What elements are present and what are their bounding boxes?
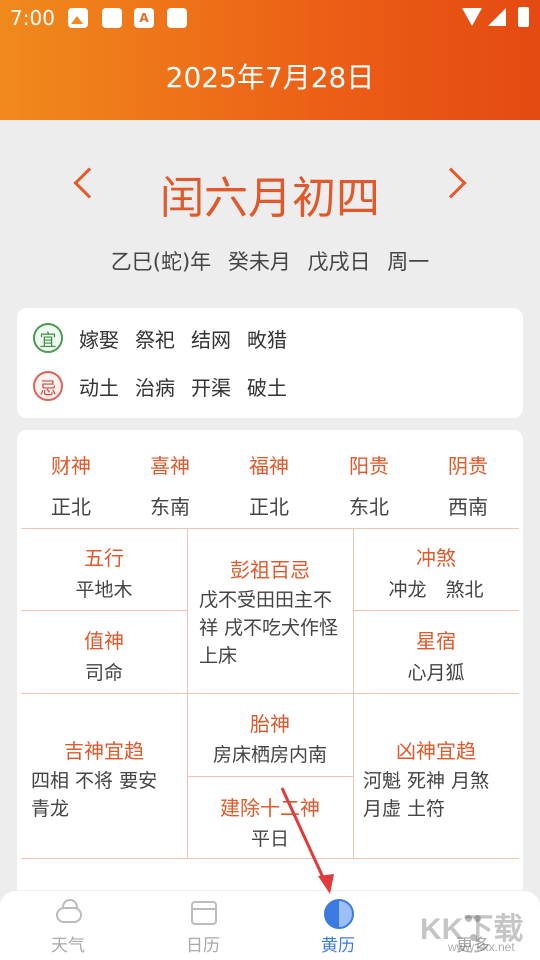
wuxing-value: 平地木 [75,579,133,601]
jishen-title: 吉神宜趋 [64,739,144,763]
nav-calendar[interactable]: 日历 [153,899,253,956]
jishen-value: 四相 不将 要安 青龙 [31,770,158,820]
app-notification-icon [102,8,122,28]
yiji-card: 宜 嫁娶 祭祀 结网 畋猎 忌 动土 治病 开渠 破土 [17,308,523,418]
god-column: 福神 正北 [219,450,319,520]
status-time: 7:00 [10,6,55,30]
lunar-date: 闰六月初四 [160,173,380,224]
ji-item: 开渠 [191,375,231,400]
yi-row: 宜 嫁娶 祭祀 结网 畋猎 [33,322,303,354]
gods-card: 财神 正北 喜神 东南 福神 正北 阳贵 东北 阴贵 西南 五行 平地木 彭祖百… [17,430,523,900]
signal-icon [488,8,506,26]
yi-item: 结网 [191,327,231,352]
god-column: 阳贵 东北 [319,450,419,520]
ji-item: 破土 [247,375,287,400]
yinyang-icon [322,899,354,929]
font-notification-icon: A [134,8,154,28]
nav-label: 黄历 [321,936,355,956]
gods-directions: 财神 正北 喜神 东南 福神 正北 阳贵 东北 阴贵 西南 [17,450,523,519]
chongsha-value: 冲龙 煞北 [388,579,484,601]
nav-weather[interactable]: 天气 [18,899,118,956]
god-title: 财神 [51,454,91,478]
taishen-value: 房床栖房内南 [212,744,327,766]
god-column: 阴贵 西南 [418,450,518,520]
xingxiu-value: 心月狐 [407,662,465,684]
cloud-shape [56,907,82,923]
nav-almanac[interactable]: 黄历 [288,899,388,956]
god-direction: 正北 [51,495,91,519]
xiongshen-title: 凶神宜趋 [396,739,476,763]
weather-icon [52,899,84,927]
grid-divider [21,528,519,529]
calendar-shape [191,901,217,925]
ganzhi-line: 乙巳(蛇)年 癸未月 戊戌日 周一 [110,250,430,274]
ji-badge: 忌 [33,371,63,401]
god-title: 福神 [249,454,289,478]
god-column: 喜神 东南 [120,450,220,520]
page-title[interactable]: 2025年7月28日 [0,56,540,96]
wuxing-title: 五行 [84,546,124,570]
taishen-title: 胎神 [250,712,290,736]
grid-divider [21,693,519,694]
app-notification-icon-2 [167,8,187,28]
calendar-icon [187,899,219,927]
grid-divider [21,858,519,859]
yi-badge: 宜 [33,323,63,353]
watermark-url: www.kkx.net [448,940,515,954]
god-direction: 正北 [249,495,289,519]
yinyang-shape [324,899,354,929]
god-direction: 东南 [150,495,190,519]
image-notification-icon [68,8,88,28]
grid-divider [21,610,187,611]
yi-item: 祭祀 [135,327,175,352]
ji-item: 治病 [135,375,175,400]
grid-divider [187,776,353,777]
god-direction: 东北 [349,495,389,519]
pengzu-title: 彭祖百忌 [230,558,310,582]
ji-item: 动土 [79,375,119,400]
app-header: 7:00 A 2025年7月28日 [0,0,540,120]
pengzu-value: 戊不受田田主不祥 戌不吃犬作怪上床 [199,589,339,667]
god-title: 阳贵 [349,454,389,478]
grid-divider [353,610,519,611]
yi-item: 畋猎 [247,327,287,352]
chongsha-title: 冲煞 [416,546,456,570]
god-column: 财神 正北 [21,450,121,520]
nav-label: 天气 [51,936,85,956]
ji-row: 忌 动土 治病 开渠 破土 [33,370,303,402]
zhishen-title: 值神 [84,629,124,653]
xiongshen-value: 河魁 死神 月煞 月虚 土符 [363,770,490,820]
god-title: 阴贵 [448,454,488,478]
zhishen-value: 司命 [84,662,123,684]
nav-label: 日历 [186,936,220,956]
xingxiu-title: 星宿 [416,629,456,653]
god-title: 喜神 [150,454,190,478]
jianchu-value: 平日 [250,828,289,850]
status-bar: 7:00 A [0,0,540,36]
jianchu-title: 建除十二神 [220,796,320,820]
wifi-icon [462,8,482,26]
god-direction: 西南 [448,495,488,519]
battery-icon [518,7,529,27]
almanac-main: 闰六月初四 乙巳(蛇)年 癸未月 戊戌日 周一 宜 嫁娶 祭祀 结网 畋猎 忌 … [0,120,540,900]
yi-item: 嫁娶 [79,327,119,352]
